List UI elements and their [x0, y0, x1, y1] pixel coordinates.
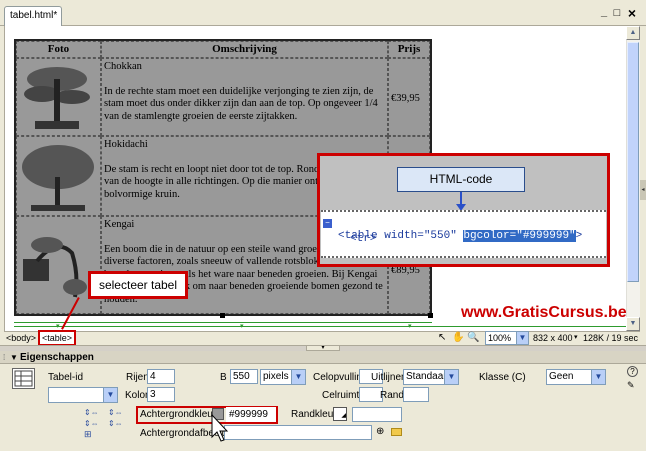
tag-table[interactable]: <table> — [38, 330, 77, 346]
html-code-label-box: HTML-code — [397, 167, 525, 192]
achtergrondafbeelding-input[interactable] — [224, 425, 372, 440]
scroll-up-button[interactable]: ▲ — [626, 26, 640, 40]
ruler-marker-icon: ▾ — [408, 323, 412, 330]
ruler-marker-icon: ▾ — [240, 323, 244, 330]
zoom-value: 100% — [488, 333, 512, 343]
table-cell-photo — [16, 58, 101, 136]
selecteer-tabel-callout: selecteer tabel — [88, 271, 188, 299]
width-unit-value: pixels — [263, 371, 289, 382]
row-name: Hokidachi — [104, 139, 148, 150]
kolommen-input[interactable]: 3 — [147, 387, 175, 402]
convert-heights-icon[interactable]: ⇕⇔ — [108, 419, 123, 428]
width-input[interactable]: 550 — [230, 369, 258, 384]
panel-title: Eigenschappen — [20, 352, 94, 363]
document-tab[interactable]: tabel.html* — [4, 6, 62, 26]
rand-input[interactable] — [403, 387, 429, 402]
edit-icon[interactable]: ✎ — [627, 380, 638, 391]
zoom-tool-icon[interactable]: 🔍 — [467, 332, 479, 344]
achtergrondkleur-label: Achtergrondkleur — [140, 409, 217, 420]
table-cell-price: €39,95 — [388, 58, 430, 136]
watermark: www.GratisCursus.be — [461, 304, 627, 321]
table-header-omschrijving: Omschrijving — [101, 41, 388, 58]
code-line-2: <tr> — [350, 233, 377, 245]
uitlijnen-label: Uitlijnen — [371, 372, 407, 383]
chevron-down-icon: ▼ — [591, 370, 605, 384]
bonsai-image — [22, 145, 94, 211]
table-properties-icon — [12, 368, 35, 389]
table-cell-photo — [16, 136, 101, 216]
uitlijnen-select[interactable]: Standaard ▼ — [403, 369, 459, 385]
download-info: 128K / 19 sec — [583, 333, 639, 343]
mouse-cursor-icon — [211, 413, 229, 442]
restore-button[interactable]: □ — [611, 8, 623, 20]
table-grid-icon — [14, 370, 33, 387]
image-placeholder-icon[interactable]: ⊞ — [84, 429, 92, 440]
row-desc: In de rechte stam moet een duidelijke ve… — [104, 85, 378, 122]
bonsai-image — [24, 67, 90, 129]
table-cell-photo — [16, 216, 101, 314]
convert-widths-icon[interactable]: ⇕⇔ — [84, 419, 99, 428]
window-size[interactable]: 832 x 400 — [533, 332, 573, 344]
table-cell-desc: Chokkan In de rechte stam moet een duide… — [101, 58, 388, 136]
resize-handle[interactable] — [428, 313, 433, 318]
table-width-ruler — [14, 326, 626, 327]
b-label: B — [220, 372, 227, 383]
pointer-tool-icon[interactable]: ↖ — [438, 332, 450, 344]
tag-body[interactable]: <body> — [6, 332, 36, 344]
chevron-down-icon: ▼ — [444, 370, 458, 384]
achtergrondkleur-input[interactable]: #999999 — [226, 407, 276, 422]
rijen-input[interactable]: 4 — [147, 369, 175, 384]
code-bgcolor-selection: bgcolor="#999999" — [463, 230, 576, 242]
klasse-select[interactable]: Geen ▼ — [546, 369, 606, 385]
table-header-foto: Foto — [16, 41, 101, 58]
folder-icon[interactable] — [391, 428, 402, 436]
clear-row-heights-icon[interactable]: ⇕⇔ — [84, 408, 99, 417]
klasse-value: Geen — [549, 371, 574, 382]
rand-label: Rand — [380, 390, 404, 401]
scroll-thumb[interactable] — [627, 42, 639, 282]
properties-title-bar[interactable] — [0, 351, 646, 364]
window-size-arrow[interactable]: ▾ — [574, 332, 578, 344]
scroll-down-button[interactable]: ▼ — [626, 317, 640, 331]
tabel-id-select[interactable]: ▼ — [48, 387, 118, 403]
chevron-down-icon: ▼ — [291, 370, 305, 384]
row-name: Chokkan — [104, 61, 142, 72]
table-header-prijs: Prijs — [388, 41, 430, 58]
help-icon[interactable]: ? — [627, 366, 638, 377]
randkleur-input[interactable] — [352, 407, 402, 422]
rijen-label: Rijen — [126, 372, 149, 383]
klasse-label: Klasse (C) — [479, 372, 526, 383]
point-to-file-icon[interactable]: ⊕ — [376, 426, 384, 438]
table-width-ruler — [14, 322, 432, 323]
close-button[interactable]: × — [625, 6, 639, 20]
resize-handle[interactable] — [220, 313, 225, 318]
code-collapse-icon[interactable]: − — [323, 219, 332, 228]
randkleur-label: Randkleur — [291, 409, 337, 420]
zoom-select[interactable]: 100% ▼ — [485, 331, 529, 345]
panel-grip-icon[interactable]: ⁞ — [3, 353, 5, 362]
randkleur-swatch[interactable]: ◢ — [333, 407, 347, 421]
chevron-down-icon: ▼ — [103, 388, 117, 402]
width-unit-select[interactable]: pixels ▼ — [260, 369, 306, 385]
panel-collapse-icon[interactable]: ◂ — [640, 180, 646, 200]
chevron-down-icon: ▼ — [516, 332, 528, 344]
ruler-marker-icon: ▾ — [56, 323, 60, 330]
hand-tool-icon[interactable]: ✋ — [452, 332, 464, 344]
clear-column-widths-icon[interactable]: ⇕⇔ — [108, 408, 123, 417]
minimize-button[interactable]: _ — [598, 7, 610, 20]
code-line1-end: > — [575, 230, 583, 242]
tabel-id-label: Tabel-id — [48, 372, 84, 383]
panel-expand-icon[interactable]: ▼ — [10, 353, 18, 362]
document-tab-bar — [0, 0, 646, 26]
